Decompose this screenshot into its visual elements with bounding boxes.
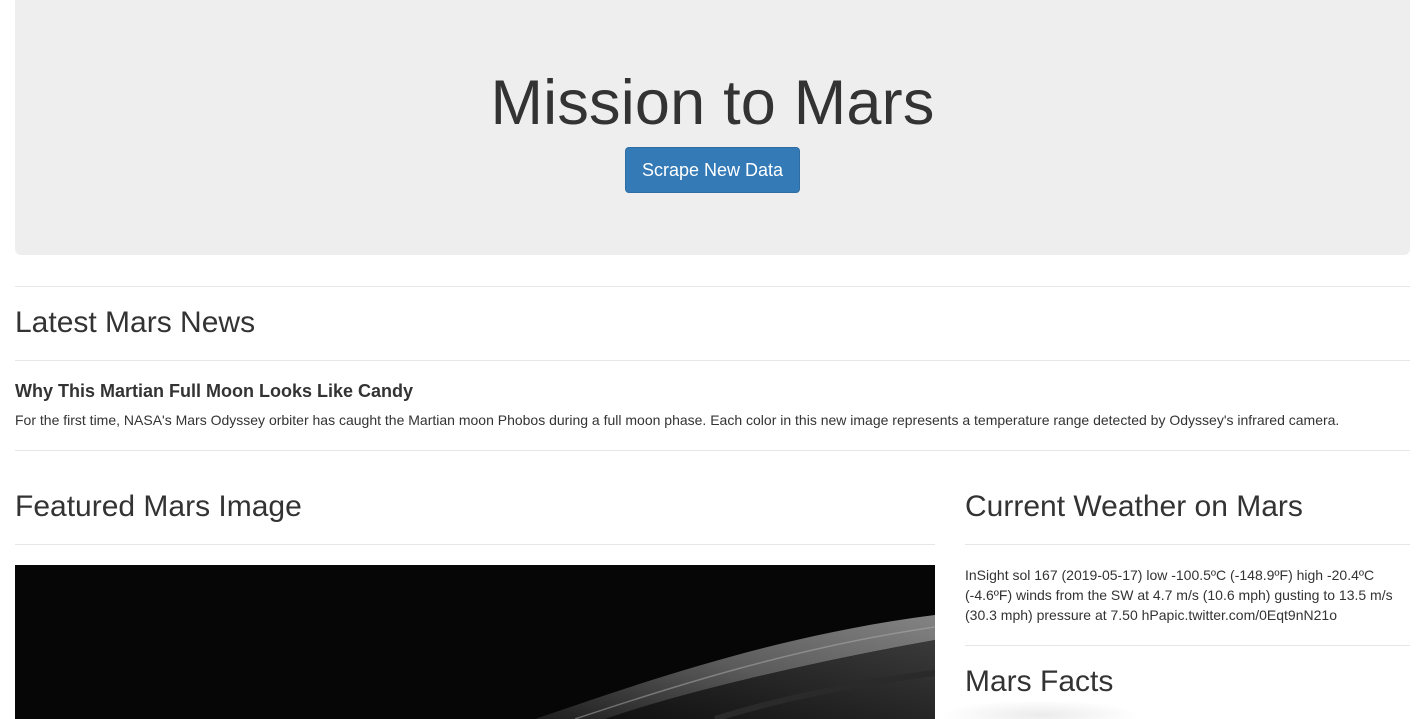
divider bbox=[965, 645, 1410, 646]
news-article-title: Why This Martian Full Moon Looks Like Ca… bbox=[15, 381, 414, 401]
weather-section-title: Current Weather on Mars bbox=[965, 490, 1303, 523]
page: Mission to Mars Scrape New Data Latest M… bbox=[0, 0, 1426, 719]
divider bbox=[15, 286, 1410, 287]
divider bbox=[965, 544, 1410, 545]
mars-weather-text: InSight sol 167 (2019-05-17) low -100.5º… bbox=[965, 567, 1393, 623]
divider bbox=[15, 450, 1410, 451]
divider bbox=[15, 544, 935, 545]
page-title: Mission to Mars bbox=[490, 68, 935, 138]
featured-mars-image bbox=[15, 565, 935, 719]
news-article-body: For the first time, NASA's Mars Odyssey … bbox=[15, 412, 1340, 428]
jumbotron-header: Mission to Mars Scrape New Data bbox=[15, 0, 1410, 255]
shadow-overlay bbox=[940, 700, 1140, 719]
news-section-title: Latest Mars News bbox=[15, 306, 256, 339]
divider bbox=[15, 360, 1410, 361]
scrape-new-data-button[interactable]: Scrape New Data bbox=[625, 147, 800, 193]
mars-facts-section-title: Mars Facts bbox=[965, 665, 1114, 698]
ring-image-graphic bbox=[15, 565, 935, 719]
featured-image-section-title: Featured Mars Image bbox=[15, 490, 302, 523]
